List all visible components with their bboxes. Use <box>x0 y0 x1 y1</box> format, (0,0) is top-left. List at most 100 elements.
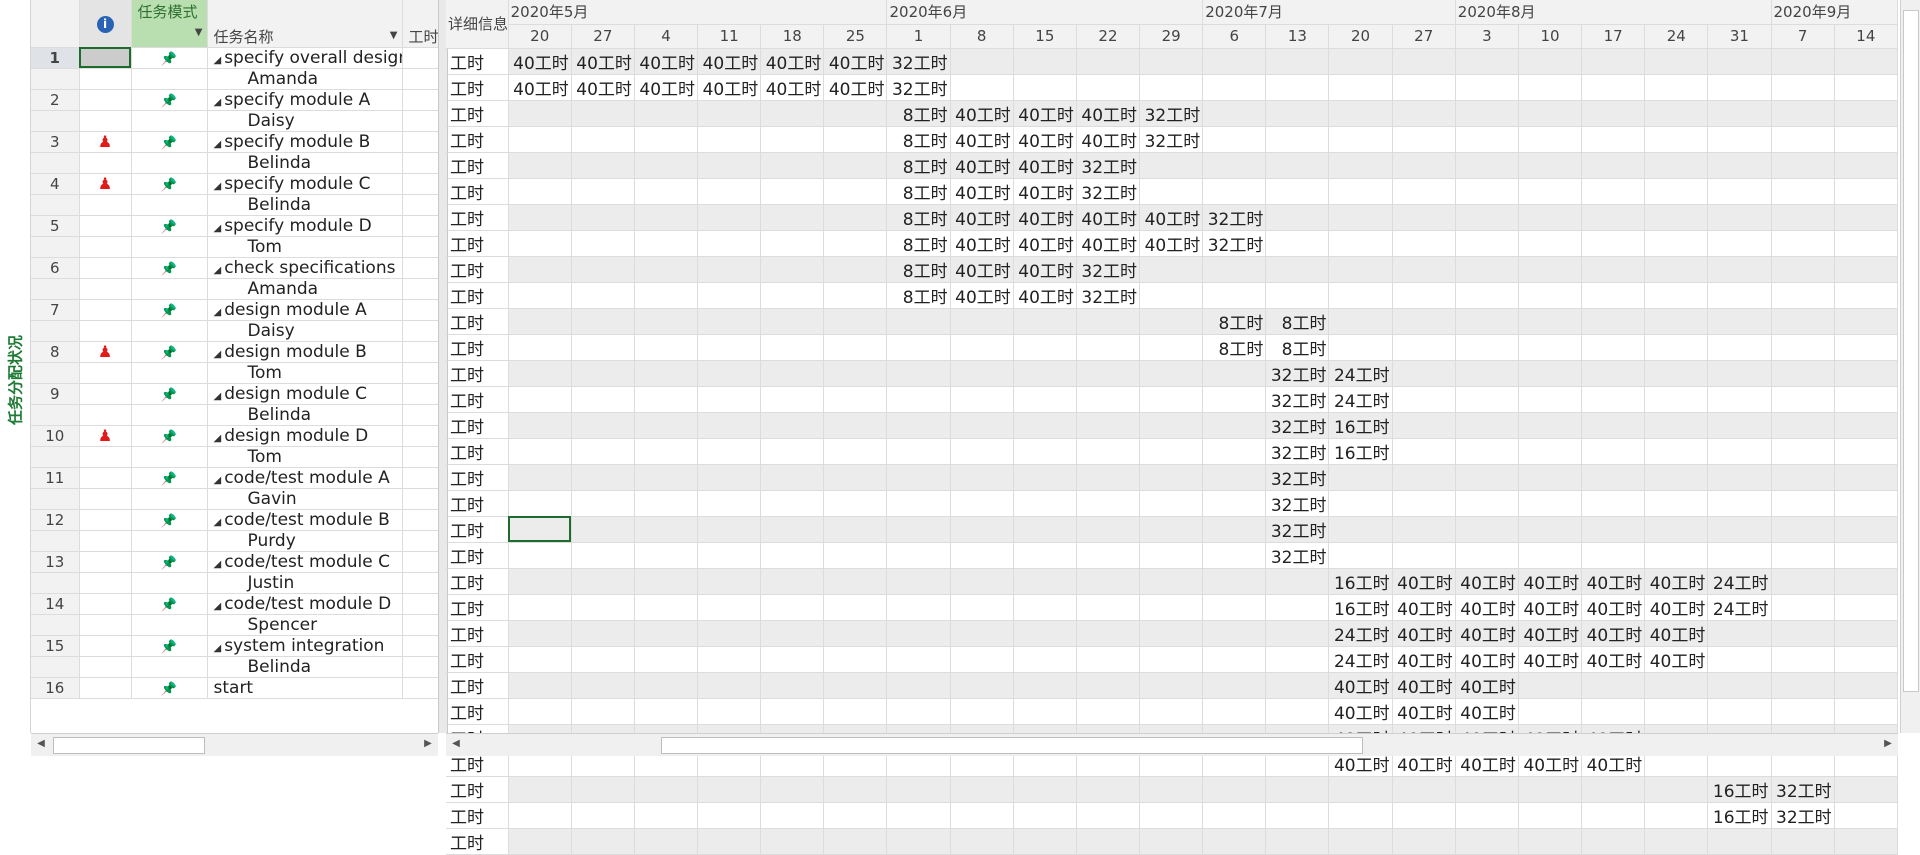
work-value-cell[interactable] <box>1076 516 1141 543</box>
work-value-cell[interactable] <box>1644 542 1709 569</box>
work-value-cell[interactable] <box>1392 386 1456 413</box>
task-name-cell[interactable]: ◢ code/test module D <box>207 593 403 615</box>
work-value-cell[interactable] <box>697 100 762 127</box>
work-value-cell[interactable] <box>950 386 1014 413</box>
task-mode-cell[interactable] <box>131 194 208 216</box>
work-value-cell[interactable] <box>1139 464 1204 491</box>
work-cell[interactable] <box>402 131 439 153</box>
work-value-cell[interactable] <box>1013 698 1077 725</box>
work-value-cell[interactable] <box>571 594 635 621</box>
work-value-cell[interactable] <box>1771 542 1835 569</box>
work-cell[interactable] <box>402 110 439 132</box>
work-cell[interactable] <box>402 236 439 258</box>
assignment-row[interactable]: Purdy <box>31 530 439 552</box>
work-value-cell[interactable] <box>1265 126 1330 153</box>
work-value-cell[interactable] <box>1644 230 1709 257</box>
work-value-cell[interactable] <box>1139 646 1204 673</box>
work-value-cell[interactable]: 40工时 <box>634 74 699 101</box>
work-value-cell[interactable] <box>697 152 762 179</box>
indicator-cell[interactable] <box>79 383 132 405</box>
work-value-cell[interactable] <box>508 438 572 465</box>
work-value-cell[interactable] <box>1202 464 1267 491</box>
row-number[interactable] <box>31 404 80 426</box>
task-row[interactable]: 12 📌 ◢ code/test module B <box>31 509 439 531</box>
work-value-cell[interactable] <box>1707 698 1772 725</box>
work-value-cell[interactable]: 40工时 <box>950 152 1014 179</box>
assignment-row[interactable]: Justin <box>31 572 439 594</box>
work-cell[interactable] <box>402 446 439 468</box>
work-value-cell[interactable] <box>1265 178 1330 205</box>
work-value-cell[interactable] <box>950 360 1014 387</box>
indicator-cell[interactable] <box>79 257 132 279</box>
work-value-cell[interactable] <box>1834 464 1899 491</box>
collapse-triangle-icon[interactable]: ◢ <box>214 391 222 402</box>
work-value-cell[interactable] <box>1013 490 1077 517</box>
work-value-cell[interactable] <box>1707 256 1772 283</box>
work-value-cell[interactable] <box>697 542 762 569</box>
work-value-cell[interactable] <box>634 620 699 647</box>
work-value-cell[interactable] <box>886 672 951 699</box>
indicator-cell[interactable] <box>79 194 132 216</box>
work-value-cell[interactable] <box>1455 126 1519 153</box>
work-value-cell[interactable] <box>1076 594 1141 621</box>
work-value-cell[interactable] <box>1013 620 1077 647</box>
work-value-cell[interactable] <box>697 568 762 595</box>
work-value-cell[interactable] <box>634 126 699 153</box>
work-value-cell[interactable] <box>1392 360 1456 387</box>
work-value-cell[interactable] <box>508 464 572 491</box>
work-value-cell[interactable]: 8工时 <box>886 126 951 153</box>
work-value-cell[interactable]: 16工时 <box>1328 438 1393 465</box>
work-value-cell[interactable] <box>760 204 825 231</box>
task-mode-cell[interactable]: 📌 <box>131 215 208 237</box>
work-value-cell[interactable]: 32工时 <box>1139 126 1204 153</box>
work-value-cell[interactable] <box>1076 412 1141 439</box>
work-value-cell[interactable] <box>1771 594 1835 621</box>
work-value-cell[interactable]: 40工时 <box>508 48 572 75</box>
assignment-row[interactable]: Spencer <box>31 614 439 636</box>
work-value-cell[interactable] <box>1707 282 1772 309</box>
work-value-cell[interactable] <box>1013 48 1077 75</box>
work-value-cell[interactable] <box>1834 698 1899 725</box>
work-value-cell[interactable] <box>886 802 951 829</box>
work-value-cell[interactable] <box>1076 542 1141 569</box>
work-value-cell[interactable] <box>1265 74 1330 101</box>
work-value-cell[interactable] <box>1455 438 1519 465</box>
row-number[interactable]: 10 <box>31 425 80 447</box>
work-value-cell[interactable] <box>1013 308 1077 335</box>
work-value-cell[interactable] <box>760 568 825 595</box>
work-value-cell[interactable]: 40工时 <box>1013 152 1077 179</box>
resource-name-cell[interactable]: Tom <box>207 446 403 468</box>
work-cell[interactable] <box>402 467 439 489</box>
work-value-cell[interactable] <box>886 438 951 465</box>
work-value-cell[interactable] <box>886 516 951 543</box>
work-value-cell[interactable]: 32工时 <box>1265 464 1330 491</box>
work-value-cell[interactable] <box>1644 438 1709 465</box>
work-value-cell[interactable] <box>1265 568 1330 595</box>
task-mode-cell[interactable]: 📌 <box>131 509 208 531</box>
collapse-triangle-icon[interactable]: ◢ <box>214 55 222 66</box>
work-value-cell[interactable] <box>760 230 825 257</box>
task-name-cell[interactable]: ◢ specify module D <box>207 215 403 237</box>
work-value-cell[interactable] <box>760 542 825 569</box>
work-value-cell[interactable] <box>1265 672 1330 699</box>
work-value-cell[interactable]: 40工时 <box>950 230 1014 257</box>
work-value-cell[interactable] <box>634 542 699 569</box>
work-value-cell[interactable] <box>508 308 572 335</box>
task-name-cell[interactable]: start <box>207 677 403 699</box>
work-cell[interactable] <box>402 68 439 90</box>
indicator-cell[interactable] <box>79 152 132 174</box>
work-value-cell[interactable] <box>1707 386 1772 413</box>
work-value-cell[interactable] <box>1518 542 1583 569</box>
work-value-cell[interactable] <box>1834 646 1899 673</box>
work-value-cell[interactable] <box>1076 74 1141 101</box>
work-value-cell[interactable] <box>1392 412 1456 439</box>
task-name-cell[interactable]: ◢ specify module B <box>207 131 403 153</box>
work-value-cell[interactable] <box>950 828 1014 855</box>
work-value-cell[interactable]: 40工时 <box>571 48 635 75</box>
work-value-cell[interactable] <box>1013 802 1077 829</box>
work-value-cell[interactable]: 16工时 <box>1707 776 1772 803</box>
work-cell[interactable] <box>402 425 439 447</box>
indicator-cell[interactable] <box>79 68 132 90</box>
work-value-cell[interactable]: 40工时 <box>1013 230 1077 257</box>
work-value-cell[interactable] <box>1707 204 1772 231</box>
